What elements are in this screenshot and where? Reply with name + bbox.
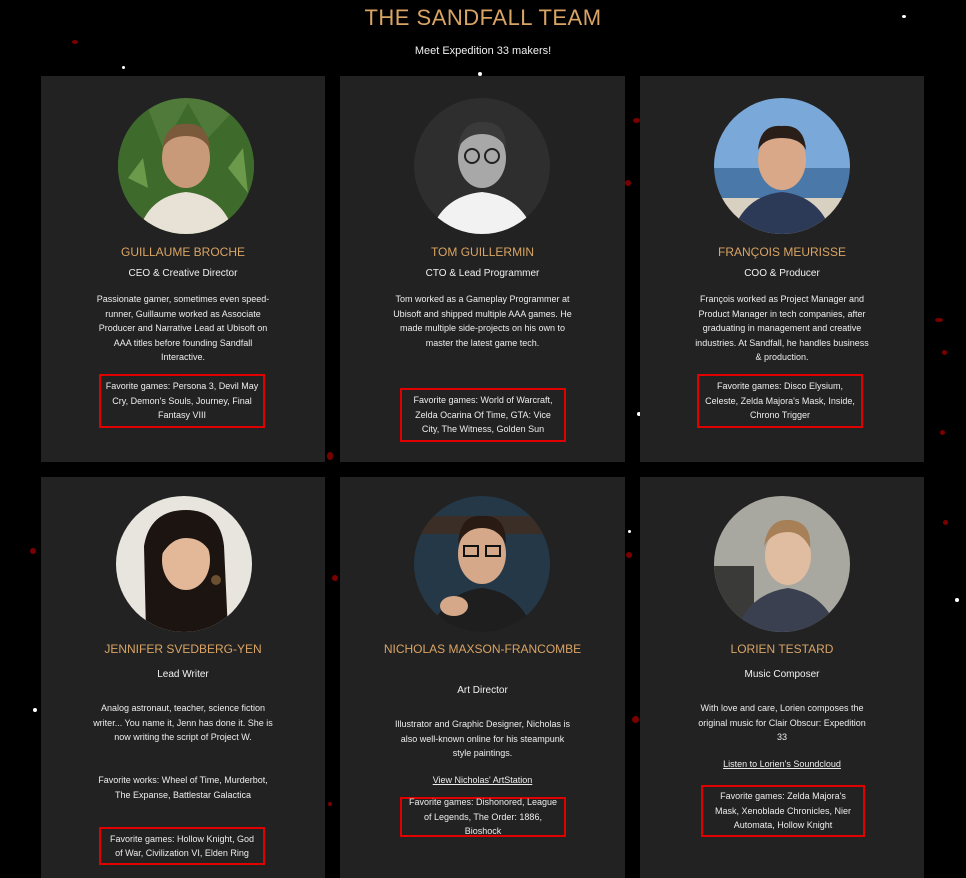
team-card-francois: FRANÇOIS MEURISSE COO & Producer Françoi…	[640, 76, 924, 462]
particle	[942, 350, 947, 355]
member-name: JENNIFER SVEDBERG-YEN	[104, 642, 262, 656]
team-card-nicholas: NICHOLAS MAXSON-FRANCOMBE Art Director I…	[340, 477, 625, 878]
particle	[33, 708, 37, 712]
particle	[332, 575, 338, 581]
favorite-games: Favorite games: Hollow Knight, God of Wa…	[99, 827, 265, 865]
team-card-guillaume: GUILLAUME BROCHE CEO & Creative Director…	[41, 76, 325, 462]
favorite-games: Favorite games: Dishonored, League of Le…	[400, 797, 566, 837]
member-role: Art Director	[457, 685, 508, 696]
team-card-tom: TOM GUILLERMIN CTO & Lead Programmer Tom…	[340, 76, 625, 462]
artstation-link[interactable]: View Nicholas' ArtStation	[340, 775, 625, 785]
member-bio: Analog astronaut, teacher, science ficti…	[93, 703, 273, 742]
member-role: CTO & Lead Programmer	[425, 268, 540, 279]
page-subtitle: Meet Expedition 33 makers!	[414, 45, 552, 57]
particle	[328, 802, 332, 806]
soundcloud-link[interactable]: Listen to Lorien's Soundcloud	[640, 759, 924, 769]
avatar-francois	[714, 98, 850, 234]
particle	[625, 180, 631, 186]
particle	[122, 66, 125, 69]
member-bio: With love and care, Lorien composes the …	[698, 703, 866, 742]
particle	[626, 552, 632, 558]
member-bio: François worked as Project Manager and P…	[695, 294, 869, 362]
particle	[940, 430, 945, 435]
particle	[632, 716, 639, 723]
favorite-games: Favorite games: Persona 3, Devil May Cry…	[99, 374, 265, 428]
member-name: NICHOLAS MAXSON-FRANCOMBE	[383, 642, 582, 656]
member-role: Music Composer	[744, 669, 820, 680]
team-card-jennifer: JENNIFER SVEDBERG-YEN Lead Writer Analog…	[41, 477, 325, 878]
avatar-guillaume	[118, 98, 254, 234]
particle	[30, 548, 36, 554]
particle	[935, 318, 943, 322]
member-name: FRANÇOIS MEURISSE	[717, 245, 846, 259]
particle	[633, 118, 640, 123]
particle	[327, 452, 333, 460]
particle	[943, 520, 948, 525]
avatar-tom	[414, 98, 550, 234]
particle	[628, 530, 631, 533]
favorite-games: Favorite games: World of Warcraft, Zelda…	[400, 388, 566, 442]
member-favorite-works: Favorite works: Wheel of Time, Murderbot…	[98, 775, 268, 800]
team-card-lorien: LORIEN TESTARD Music Composer With love …	[640, 477, 924, 878]
particle	[955, 598, 959, 602]
favorite-games: Favorite games: Disco Elysium, Celeste, …	[697, 374, 863, 428]
avatar-lorien	[714, 496, 850, 632]
member-role: COO & Producer	[744, 268, 820, 279]
member-role: CEO & Creative Director	[128, 268, 238, 279]
favorite-games: Favorite games: Zelda Majora's Mask, Xen…	[701, 785, 865, 837]
member-name: LORIEN TESTARD	[730, 642, 834, 656]
member-bio: Illustrator and Graphic Designer, Nichol…	[394, 719, 571, 758]
member-name: TOM GUILLERMIN	[430, 245, 535, 259]
member-bio: Tom worked as a Gameplay Programmer at U…	[393, 294, 572, 348]
member-role: Lead Writer	[157, 669, 209, 680]
member-bio: Passionate gamer, sometimes even speed-r…	[96, 294, 270, 362]
member-name: GUILLAUME BROCHE	[120, 245, 246, 259]
avatar-nicholas	[414, 496, 550, 632]
avatar-jennifer	[116, 496, 252, 632]
particle	[72, 40, 78, 44]
page-title: THE SANDFALL TEAM	[364, 5, 602, 30]
